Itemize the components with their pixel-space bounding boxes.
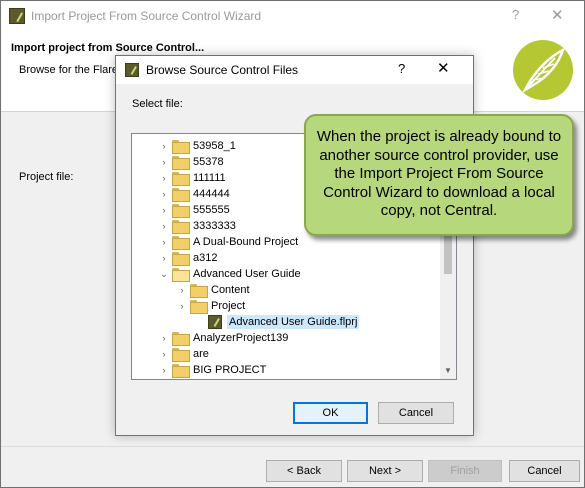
tree-row[interactable]: › Project xyxy=(132,298,440,314)
tree-item-label: AnalyzerProject139 xyxy=(193,332,289,344)
folder-icon xyxy=(172,172,190,186)
expand-chevron-right-icon[interactable]: › xyxy=(159,348,169,360)
scroll-down-arrow-icon[interactable]: ▼ xyxy=(440,363,456,379)
expand-chevron-right-icon[interactable]: › xyxy=(159,156,169,168)
folder-icon xyxy=(172,220,190,234)
folder-icon xyxy=(172,204,190,218)
tree-row[interactable]: ›Bigbounds... xyxy=(132,378,440,380)
wizard-footer: < Back Next > Finish Cancel xyxy=(1,446,584,487)
folder-icon xyxy=(190,284,208,298)
tree-item-label: 444444 xyxy=(193,188,230,200)
wizard-titlebar: Import Project From Source Control Wizar… xyxy=(1,1,584,32)
browse-titlebar: Browse Source Control Files ? ✕ xyxy=(116,56,473,84)
tree-item-label: 111111 xyxy=(193,172,226,184)
tree-row[interactable]: › BIG PROJECT xyxy=(132,362,440,378)
finish-button[interactable]: Finish xyxy=(428,460,502,482)
tree-item-label: Advanced User Guide xyxy=(193,268,301,280)
folder-icon xyxy=(172,140,190,154)
folder-icon xyxy=(172,348,190,362)
expand-chevron-right-icon[interactable]: › xyxy=(177,284,187,296)
expand-chevron-down-icon[interactable]: ⌄ xyxy=(159,268,169,280)
tree-item-label: 53958_1 xyxy=(193,140,236,152)
tree-row[interactable]: › are xyxy=(132,346,440,362)
folder-icon xyxy=(172,188,190,202)
expand-chevron-right-icon[interactable]: › xyxy=(177,300,187,312)
expand-chevron-right-icon[interactable]: › xyxy=(159,220,169,232)
folder-icon xyxy=(190,300,208,314)
expand-chevron-right-icon[interactable]: › xyxy=(159,236,169,248)
expand-chevron-right-icon[interactable]: › xyxy=(159,140,169,152)
tree-item-label: a312 xyxy=(193,252,218,264)
browse-close-button[interactable]: ✕ xyxy=(437,59,450,77)
folder-icon xyxy=(172,332,190,346)
wizard-close-button[interactable]: ✕ xyxy=(551,6,564,24)
tree-row[interactable]: › Content xyxy=(132,282,440,298)
folder-open-icon xyxy=(172,268,190,282)
callout-note: When the project is already bound to ano… xyxy=(304,114,574,236)
expand-chevron-right-icon[interactable]: › xyxy=(159,204,169,216)
tree-item-label: are xyxy=(193,348,209,360)
tree-row[interactable]: Advanced User Guide.flprj xyxy=(132,314,440,330)
project-file-label: Project file: xyxy=(19,171,74,183)
browse-title: Browse Source Control Files xyxy=(146,63,299,77)
folder-icon xyxy=(172,252,190,266)
tree-item-label: 555555 xyxy=(193,204,230,216)
browse-help-button[interactable]: ? xyxy=(398,61,405,76)
wizard-title: Import Project From Source Control Wizar… xyxy=(31,9,262,23)
tree-item-label: Advanced User Guide.flprj xyxy=(227,315,360,329)
folder-icon xyxy=(172,236,190,250)
expand-chevron-right-icon[interactable]: › xyxy=(159,252,169,264)
expand-chevron-right-icon[interactable]: › xyxy=(159,188,169,200)
tree-item-label: Content xyxy=(211,284,250,296)
flare-app-icon xyxy=(125,63,139,77)
flare-app-icon xyxy=(9,8,25,24)
tree-item-label: 55378 xyxy=(193,156,224,168)
browse-cancel-button[interactable]: Cancel xyxy=(378,402,454,424)
tree-item-label: Project xyxy=(211,300,246,312)
tree-row[interactable]: › AnalyzerProject139 xyxy=(132,330,440,346)
flare-project-file-icon xyxy=(208,315,222,329)
tree-row[interactable]: ⌄ Advanced User Guide xyxy=(132,266,440,282)
tree-row[interactable]: › A Dual-Bound Project xyxy=(132,234,440,250)
expand-chevron-right-icon[interactable]: › xyxy=(159,172,169,184)
wizard-heading: Import project from Source Control... xyxy=(11,42,205,54)
flare-feather-logo-icon xyxy=(513,40,573,100)
folder-icon xyxy=(172,364,190,378)
wizard-subtitle: Browse for the Flare xyxy=(19,64,119,76)
wizard-help-button[interactable]: ? xyxy=(512,7,519,22)
browse-source-control-dialog: Browse Source Control Files ? ✕ Select f… xyxy=(115,55,474,436)
next-button[interactable]: Next > xyxy=(347,460,423,482)
back-button[interactable]: < Back xyxy=(266,460,342,482)
tree-row[interactable]: › a312 xyxy=(132,250,440,266)
expand-chevron-right-icon[interactable]: › xyxy=(159,364,169,376)
tree-item-label: 3333333 xyxy=(193,220,236,232)
select-file-label: Select file: xyxy=(132,98,183,110)
expand-chevron-right-icon[interactable]: › xyxy=(159,332,169,344)
tree-item-label: BIG PROJECT xyxy=(193,364,267,376)
wizard-cancel-button[interactable]: Cancel xyxy=(509,460,580,482)
tree-item-label: A Dual-Bound Project xyxy=(193,236,299,248)
tree-item-label: Bigbounds... xyxy=(191,379,256,380)
ok-button[interactable]: OK xyxy=(293,402,368,424)
folder-icon xyxy=(172,156,190,170)
